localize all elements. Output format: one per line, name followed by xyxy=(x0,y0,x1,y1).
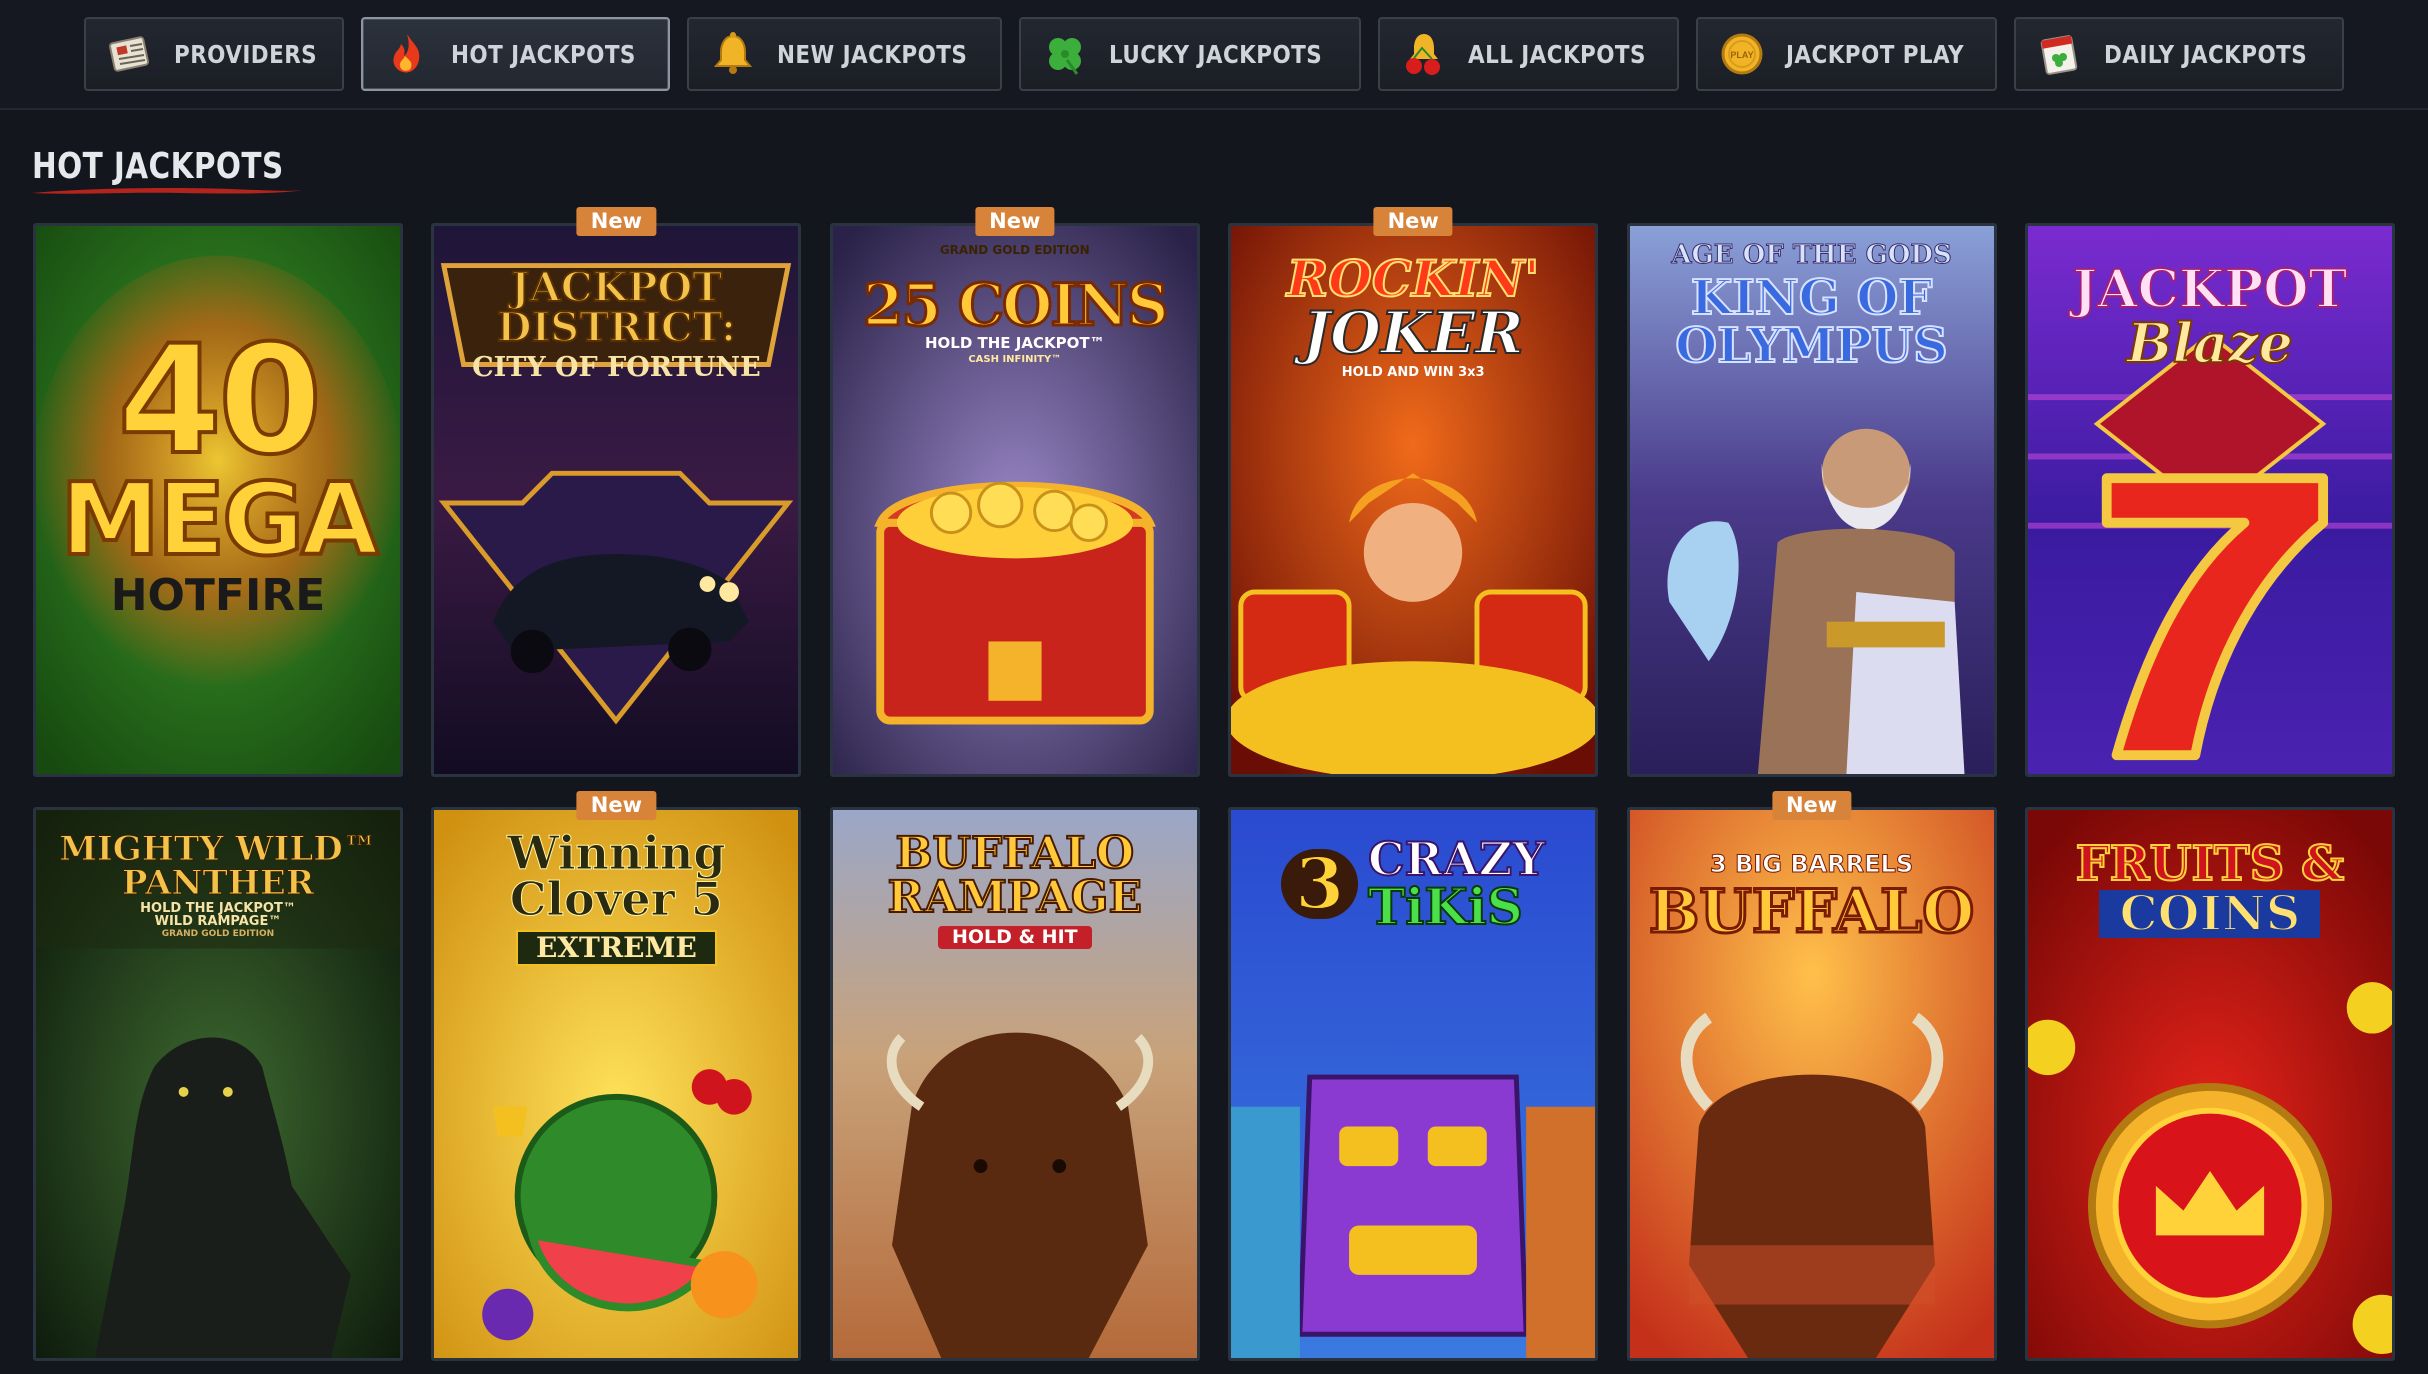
section-title: HOT JACKPOTS xyxy=(32,146,284,187)
tab-label: HOT JACKPOTS xyxy=(451,39,636,69)
game-tile-3-crazy-tikis[interactable]: 3 CRAZY TiKiS xyxy=(1228,807,1599,1361)
game-art: 3 CRAZY TiKiS xyxy=(1228,807,1599,1361)
game-art: 40 MEGA HOTFIRE xyxy=(33,223,403,777)
game-tile-jackpot-blaze[interactable]: JACKPOT Blaze xyxy=(2024,223,2395,777)
title-underline xyxy=(32,188,304,194)
game-art: Winning Clover 5 EXTREME xyxy=(431,807,802,1361)
tab-hot-jackpots[interactable]: HOT JACKPOTS xyxy=(361,17,670,91)
new-badge: New xyxy=(576,791,656,820)
game-art: FRUITS & COINS xyxy=(2024,807,2395,1361)
newspaper-icon xyxy=(108,36,149,72)
tab-new-jackpots[interactable]: NEW JACKPOTS xyxy=(686,17,1003,91)
tab-label: PROVIDERS xyxy=(173,39,317,69)
play-coin-icon: PLAY xyxy=(1721,33,1763,75)
game-art: GRAND GOLD EDITION 25 COINS HOLD THE JAC… xyxy=(829,223,1200,777)
game-tile-25-coins[interactable]: New GRAND GOLD EDITION 25 COINS HOLD THE… xyxy=(829,207,1200,777)
tab-providers[interactable]: PROVIDERS xyxy=(83,17,345,91)
tab-jackpot-play[interactable]: PLAY JACKPOT PLAY xyxy=(1696,17,1998,91)
game-tile-buffalo-rampage[interactable]: BUFFALO RAMPAGE HOLD & HIT xyxy=(829,807,1200,1361)
game-tile-40-mega-hotfire[interactable]: 40 MEGA HOTFIRE xyxy=(33,223,403,777)
clover-icon xyxy=(1049,38,1082,75)
tab-daily-jackpots[interactable]: DAILY JACKPOTS xyxy=(2014,17,2345,91)
game-art: MIGHTY WILD™ PANTHER HOLD THE JACKPOT™ W… xyxy=(33,807,403,1361)
game-tile-winning-clover-5-extreme[interactable]: New Winning Clover 5 EXTREME xyxy=(431,791,802,1361)
game-tile-king-of-olympus[interactable]: AGE OF THE GODS KING OF OLYMPUS xyxy=(1626,223,1997,777)
tab-label: DAILY JACKPOTS xyxy=(2104,39,2308,69)
tab-label: LUCKY JACKPOTS xyxy=(1109,39,1323,69)
new-badge: New xyxy=(1373,207,1453,236)
game-tile-mighty-wild-panther[interactable]: MIGHTY WILD™ PANTHER HOLD THE JACKPOT™ W… xyxy=(33,807,403,1361)
game-art: ROCKIN' JOKER HOLD AND WIN 3x3 xyxy=(1228,223,1599,777)
game-art: AGE OF THE GODS KING OF OLYMPUS xyxy=(1626,223,1997,777)
game-art: JACKPOT Blaze xyxy=(2024,223,2395,777)
game-art: JACKPOT DISTRICT: CITY OF FORTUNE xyxy=(431,223,802,777)
tab-label: NEW JACKPOTS xyxy=(776,39,968,69)
cherries-bell-icon xyxy=(1406,34,1441,75)
game-art: BUFFALO RAMPAGE HOLD & HIT xyxy=(829,807,1200,1361)
flame-icon xyxy=(393,34,420,73)
game-tile-jackpot-district[interactable]: New JACKPOT DISTRICT: CITY OF FORTUNE xyxy=(431,207,802,777)
tab-lucky-jackpots[interactable]: LUCKY JACKPOTS xyxy=(1019,17,1362,91)
game-tile-fruits-and-coins[interactable]: FRUITS & COINS xyxy=(2024,807,2395,1361)
jackpot-category-nav: PROVIDERS HOT JACKPOTS NEW JACKPOTS LUCK… xyxy=(0,0,2428,110)
new-badge: New xyxy=(576,207,656,236)
new-badge: New xyxy=(1771,791,1852,820)
game-tile-rockin-joker[interactable]: New ROCKIN' JOKER HOLD AND WIN 3x3 xyxy=(1228,207,1599,777)
calendar-clover-icon xyxy=(2040,35,2078,75)
game-art: 3 BIG BARRELS BUFFALO xyxy=(1626,807,1997,1361)
game-tile-3-big-barrels-buffalo[interactable]: New 3 BIG BARRELS BUFFALO xyxy=(1626,791,1997,1361)
svg-text:PLAY: PLAY xyxy=(1730,50,1753,60)
bell-icon xyxy=(713,32,753,74)
new-badge: New xyxy=(975,207,1055,236)
tab-label: JACKPOT PLAY xyxy=(1786,39,1965,69)
game-grid: 40 MEGA HOTFIRE New JACKPOT DISTRICT: CI… xyxy=(33,207,2395,1361)
tab-label: ALL JACKPOTS xyxy=(1468,39,1647,69)
tab-all-jackpots[interactable]: ALL JACKPOTS xyxy=(1378,17,1680,91)
page: PROVIDERS HOT JACKPOTS NEW JACKPOTS LUCK… xyxy=(0,0,2428,1374)
